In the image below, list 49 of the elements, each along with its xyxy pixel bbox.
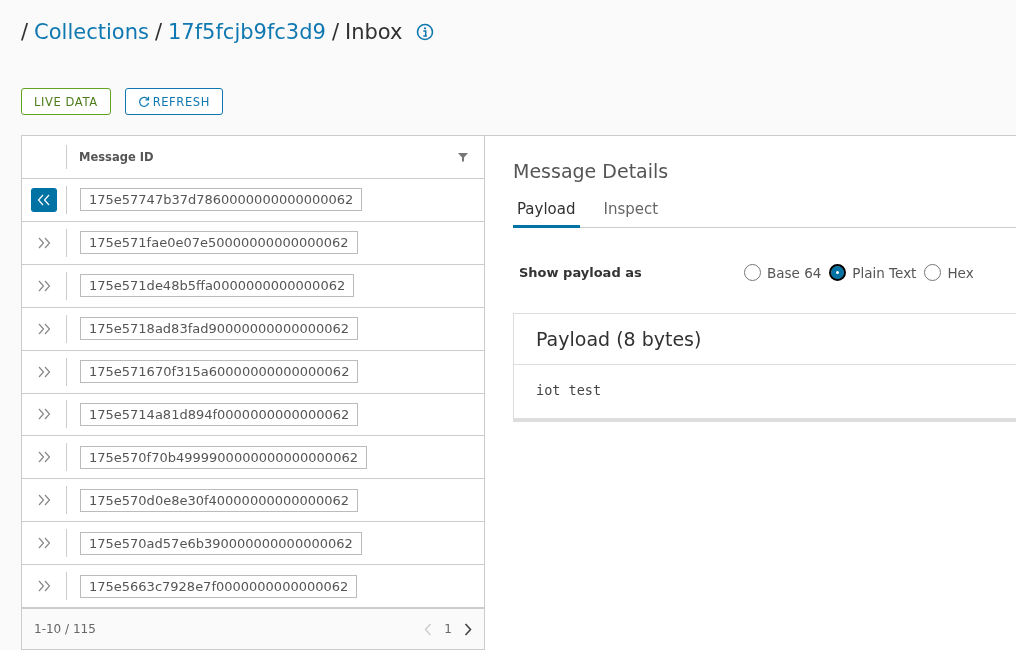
message-id-cell: 175e570f70b4999900000000000000062 [80, 445, 367, 469]
breadcrumb-link[interactable]: Collections [34, 20, 149, 44]
expand-chevron-icon [37, 365, 51, 378]
next-page-icon[interactable] [464, 622, 472, 636]
tab[interactable]: Payload [513, 196, 580, 228]
radio-button[interactable] [924, 264, 942, 281]
message-id-cell: 175e5714a81d894f0000000000000062 [80, 403, 359, 426]
page-number: 1 [444, 622, 452, 637]
panel-title: Message Details [513, 160, 670, 182]
breadcrumb-link[interactable]: 17f5fcjb9fc3d9 [168, 20, 326, 44]
breadcrumb-separator: / [21, 20, 29, 44]
expand-chevron-icon [37, 494, 51, 507]
radio-button[interactable] [829, 264, 847, 281]
refresh-button[interactable]: REFRESH [124, 88, 223, 115]
message-id-cell: 175e571de48b5ffa0000000000000062 [80, 274, 355, 298]
live-data-button[interactable]: LIVE DATA [21, 88, 111, 115]
radio-label: Plain Text [852, 264, 917, 281]
pagination-range: 1-10 / 115 [34, 622, 96, 637]
expand-chevron-icon [37, 279, 51, 292]
breadcrumb-separator: / [331, 20, 339, 44]
message-id-cell: 175e5663c7928e7f0000000000000062 [80, 574, 358, 598]
expand-chevron-icon [37, 408, 51, 421]
expand-chevron-icon [37, 580, 51, 593]
info-icon[interactable] [416, 23, 435, 41]
message-id-cell: 175e571fae0e07e50000000000000062 [80, 231, 358, 255]
collapse-chevron-icon [37, 193, 51, 206]
payload-text: iot test [536, 382, 602, 398]
message-id-cell: 175e571670f315a60000000000000062 [80, 360, 359, 384]
tab[interactable]: Inspect [599, 196, 663, 228]
breadcrumb-current: Inbox [345, 20, 403, 44]
refresh-icon [137, 95, 150, 108]
expand-chevron-icon [37, 451, 51, 464]
expand-button[interactable] [31, 187, 57, 212]
field-label: Show payload as [519, 265, 643, 280]
column-header: Message ID [79, 149, 155, 164]
message-id-cell: 175e570d0e8e30f40000000000000062 [80, 488, 359, 512]
expand-chevron-icon [37, 322, 51, 335]
expand-chevron-icon [37, 236, 51, 249]
message-id-cell: 175e57747b37d7860000000000000062 [80, 188, 363, 212]
breadcrumb-separator: / [154, 20, 162, 44]
radio-button[interactable] [744, 264, 761, 281]
previous-page-icon[interactable] [424, 622, 433, 636]
filter-icon[interactable] [458, 151, 468, 162]
message-id-cell: 175e570ad57e6b390000000000000062 [80, 531, 362, 555]
radio-label: Hex [947, 264, 974, 281]
expand-chevron-icon [37, 537, 51, 550]
message-id-cell: 175e5718ad83fad90000000000000062 [80, 317, 359, 341]
card-title: Payload (8 bytes) [536, 328, 702, 350]
radio-label: Base 64 [767, 264, 822, 281]
